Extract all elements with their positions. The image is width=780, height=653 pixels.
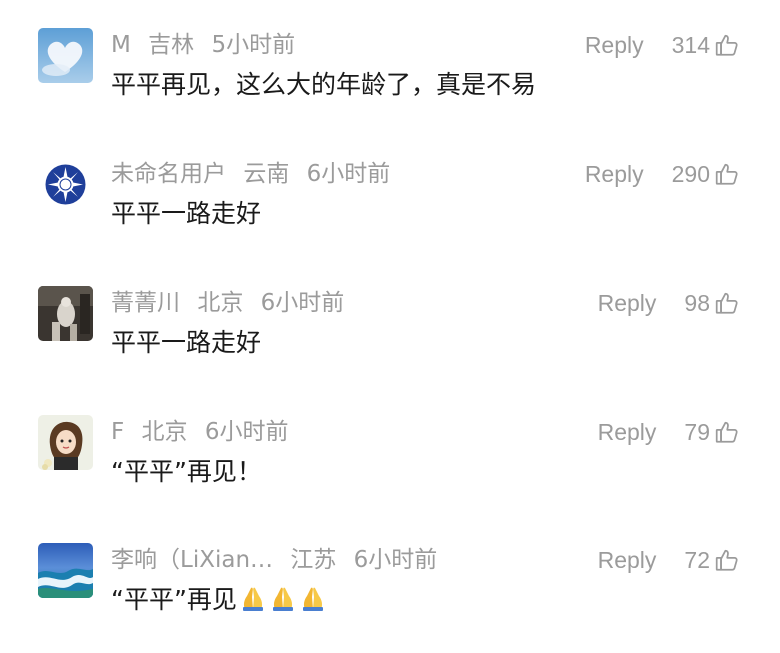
reply-button[interactable]: Reply xyxy=(585,32,644,59)
comment-item: 李响（LiXian… 江苏 6小时前 Reply 72 “平平”再见 xyxy=(0,543,780,653)
user-location: 江苏 xyxy=(290,547,337,573)
thumbs-up-icon[interactable] xyxy=(714,290,740,316)
heart-cloud-avatar[interactable] xyxy=(38,28,93,83)
comment-meta: 李响（LiXian… 江苏 6小时前 xyxy=(111,545,447,575)
comment-time: 6小时前 xyxy=(353,547,438,573)
thumbs-up-icon[interactable] xyxy=(714,547,740,573)
folded-hands-icon xyxy=(269,585,297,620)
thumbs-up-icon[interactable] xyxy=(714,161,740,187)
reply-button[interactable]: Reply xyxy=(598,419,657,446)
like-count: 79 xyxy=(684,418,710,445)
like-count: 98 xyxy=(684,289,710,316)
like-count: 72 xyxy=(684,546,710,573)
folded-hands-icon xyxy=(299,585,327,620)
user-name[interactable]: M xyxy=(111,32,131,58)
reply-button[interactable]: Reply xyxy=(585,161,644,188)
folded-hands-icon xyxy=(239,585,267,620)
like-count: 314 xyxy=(671,31,710,58)
blue-sun-emblem-avatar[interactable] xyxy=(38,157,93,212)
user-name[interactable]: 未命名用户 xyxy=(111,161,226,187)
thumbs-up-icon[interactable] xyxy=(714,419,740,445)
comment-actions: Reply 98 xyxy=(598,288,740,318)
user-location: 吉林 xyxy=(148,32,195,58)
comment-item: F 北京 6小时前 Reply 79 “平平”再见！ xyxy=(0,415,780,525)
comment-meta: M 吉林 5小时前 xyxy=(111,30,305,60)
comment-time: 6小时前 xyxy=(260,290,345,316)
reply-button[interactable]: Reply xyxy=(598,290,657,317)
comment-meta: F 北京 6小时前 xyxy=(111,417,299,447)
user-name[interactable]: F xyxy=(111,419,124,445)
comment-text: 平平再见，这么大的年龄了，真是不易 xyxy=(111,70,537,99)
user-name[interactable]: 李响（LiXian… xyxy=(111,547,273,573)
comment-time: 6小时前 xyxy=(204,419,289,445)
like-count: 290 xyxy=(671,160,710,187)
comment-item: 菁菁川 北京 6小时前 Reply 98 平平一路走好 xyxy=(0,286,780,396)
cartoon-girl-avatar[interactable] xyxy=(38,415,93,470)
comment-actions: Reply 290 xyxy=(585,159,740,189)
comment-actions: Reply 314 xyxy=(585,30,740,60)
comment-item: M 吉林 5小时前 Reply 314 平平再见，这么大的年龄了，真是不易 xyxy=(0,28,780,138)
comment-time: 5小时前 xyxy=(211,32,296,58)
comment-meta: 菁菁川 北京 6小时前 xyxy=(111,288,354,318)
user-location: 北京 xyxy=(141,419,188,445)
comment-text-line: “平平”再见 xyxy=(111,583,327,620)
comment-time: 6小时前 xyxy=(306,161,391,187)
comment-text: 平平一路走好 xyxy=(111,199,262,228)
coastline-avatar[interactable] xyxy=(38,543,93,598)
thumbs-up-icon[interactable] xyxy=(714,32,740,58)
comment-meta: 未命名用户 云南 6小时前 xyxy=(111,159,400,189)
user-location: 云南 xyxy=(243,161,290,187)
comment-actions: Reply 79 xyxy=(598,417,740,447)
reply-button[interactable]: Reply xyxy=(598,547,657,574)
user-location: 北京 xyxy=(197,290,244,316)
comment-text: “平平”再见 xyxy=(111,585,237,614)
comment-actions: Reply 72 xyxy=(598,545,740,575)
dark-photo-avatar[interactable] xyxy=(38,286,93,341)
user-name[interactable]: 菁菁川 xyxy=(111,290,180,316)
comment-text: 平平一路走好 xyxy=(111,328,262,357)
comment-text: “平平”再见！ xyxy=(111,457,262,486)
comment-item: 未命名用户 云南 6小时前 Reply 290 平平一路走好 xyxy=(0,157,780,267)
